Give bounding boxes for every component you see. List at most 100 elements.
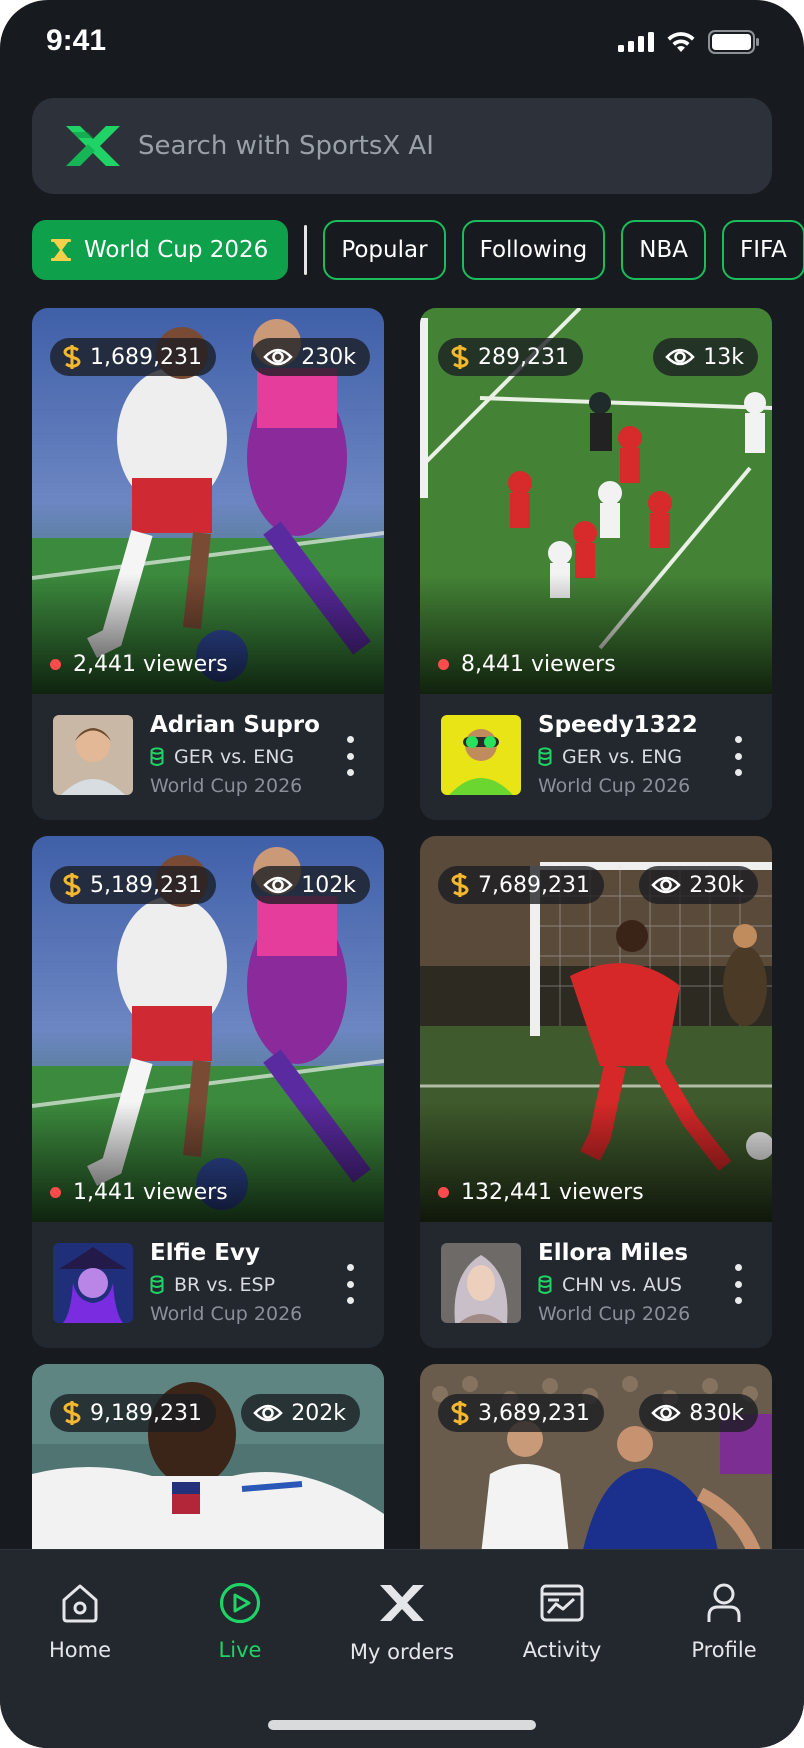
views-badge: 13k — [653, 338, 758, 376]
dollar-icon — [63, 345, 81, 369]
stream-card[interactable]: 289,231 13k 8,441 viewers Speedy1322 GER… — [420, 308, 772, 820]
views-value: 830k — [689, 1400, 744, 1426]
tournament-label: World Cup 2026 — [150, 775, 303, 797]
more-options-icon[interactable] — [728, 1262, 748, 1306]
battery-icon — [708, 30, 759, 54]
more-options-icon[interactable] — [728, 734, 748, 778]
stream-info: Ellora Miles CHN vs. AUS World Cup 2026 — [420, 1222, 772, 1348]
stream-thumbnail[interactable]: 3,689,231 830k — [420, 1364, 772, 1564]
earnings-badge: 3,689,231 — [438, 1394, 604, 1432]
nav-my-orders[interactable]: My orders — [332, 1580, 472, 1664]
hourglass-icon — [51, 239, 71, 261]
bottom-nav: Home Live My orders Activity Profile — [0, 1549, 804, 1748]
chip-nba[interactable]: NBA — [621, 220, 706, 280]
sportsx-logo-icon — [380, 1585, 424, 1621]
stream-thumbnail[interactable]: 1,689,231 230k 2,441 viewers — [32, 308, 384, 694]
stream-thumbnail[interactable]: 9,189,231 202k — [32, 1364, 384, 1564]
chip-fifa[interactable]: FIFA — [722, 220, 804, 280]
chip-popular[interactable]: Popular — [323, 220, 446, 280]
stream-card[interactable]: 1,689,231 230k 2,441 viewers Adrian Supr… — [32, 308, 384, 820]
views-badge: 202k — [241, 1394, 360, 1432]
tournament-label: World Cup 2026 — [538, 1303, 691, 1325]
eye-icon — [263, 348, 294, 366]
streamer-name[interactable]: Ellora Miles — [538, 1240, 688, 1266]
sportsx-logo-icon — [66, 126, 120, 166]
chip-label: FIFA — [740, 237, 787, 263]
live-dot-icon — [438, 1187, 449, 1198]
views-badge: 830k — [639, 1394, 758, 1432]
status-icons — [618, 30, 760, 54]
nav-home[interactable]: Home — [10, 1580, 150, 1662]
match-label: GER vs. ENG — [174, 746, 295, 768]
eye-icon — [651, 876, 682, 894]
eye-icon — [253, 1404, 284, 1422]
avatar[interactable] — [441, 715, 521, 795]
viewers-count: 2,441 viewers — [73, 652, 228, 677]
earnings-badge: 5,189,231 — [50, 866, 216, 904]
stream-thumbnail[interactable]: 5,189,231 102k 1,441 viewers — [32, 836, 384, 1222]
chip-following[interactable]: Following — [461, 220, 606, 280]
more-options-icon[interactable] — [340, 734, 360, 778]
views-value: 202k — [291, 1400, 346, 1426]
search-bar[interactable]: Search with SportsX AI — [32, 98, 772, 194]
nav-profile[interactable]: Profile — [654, 1580, 794, 1662]
earnings-value: 7,689,231 — [478, 872, 590, 898]
earnings-badge: 7,689,231 — [438, 866, 604, 904]
live-viewers: 132,441 viewers — [438, 1180, 644, 1205]
app-screen: 9:41 Search with SportsX AI World Cup 20… — [0, 0, 804, 1748]
views-value: 13k — [703, 344, 744, 370]
category-chips: World Cup 2026 Popular Following NBA FIF… — [32, 220, 804, 280]
nav-activity[interactable]: Activity — [492, 1580, 632, 1662]
stream-thumbnail[interactable]: 289,231 13k 8,441 viewers — [420, 308, 772, 694]
viewers-count: 132,441 viewers — [461, 1180, 644, 1205]
earnings-value: 3,689,231 — [478, 1400, 590, 1426]
nav-live[interactable]: Live — [170, 1580, 310, 1662]
match-label: BR vs. ESP — [174, 1274, 276, 1296]
earnings-value: 1,689,231 — [90, 344, 202, 370]
eye-icon — [263, 876, 294, 894]
viewers-count: 1,441 viewers — [73, 1180, 228, 1205]
search-input[interactable]: Search with SportsX AI — [138, 131, 434, 161]
stream-info: Adrian Supro GER vs. ENG World Cup 2026 — [32, 694, 384, 820]
match-label: GER vs. ENG — [562, 746, 683, 768]
match-info: GER vs. ENG — [538, 746, 682, 768]
chip-label: World Cup 2026 — [84, 237, 269, 263]
live-viewers: 2,441 viewers — [50, 652, 228, 677]
earnings-value: 5,189,231 — [90, 872, 202, 898]
earnings-value: 9,189,231 — [90, 1400, 202, 1426]
chip-world-cup-2026[interactable]: World Cup 2026 — [32, 220, 289, 280]
stream-card[interactable]: 5,189,231 102k 1,441 viewers Elfie Evy B… — [32, 836, 384, 1348]
stream-info: Speedy1322 GER vs. ENG World Cup 2026 — [420, 694, 772, 820]
views-value: 102k — [301, 872, 356, 898]
coin-stack-icon — [538, 1275, 552, 1294]
live-viewers: 8,441 viewers — [438, 652, 616, 677]
match-label: CHN vs. AUS — [562, 1274, 682, 1296]
home-icon — [62, 1584, 98, 1623]
match-info: BR vs. ESP — [150, 1274, 275, 1296]
status-bar: 9:41 — [0, 0, 804, 90]
avatar[interactable] — [53, 1243, 133, 1323]
avatar[interactable] — [53, 715, 133, 795]
match-info: GER vs. ENG — [150, 746, 294, 768]
nav-label: Profile — [691, 1638, 757, 1662]
chip-label: Following — [479, 237, 588, 263]
coin-stack-icon — [150, 747, 164, 766]
streamer-name[interactable]: Adrian Supro — [150, 712, 320, 738]
stream-card[interactable]: 3,689,231 830k — [420, 1364, 772, 1564]
live-dot-icon — [438, 659, 449, 670]
stream-card[interactable]: 7,689,231 230k 132,441 viewers Ellora Mi… — [420, 836, 772, 1348]
avatar[interactable] — [441, 1243, 521, 1323]
live-viewers: 1,441 viewers — [50, 1180, 228, 1205]
streamer-name[interactable]: Speedy1322 — [538, 712, 698, 738]
more-options-icon[interactable] — [340, 1262, 360, 1306]
views-badge: 230k — [251, 338, 370, 376]
nav-label: Home — [48, 1638, 111, 1662]
dollar-icon — [451, 873, 469, 897]
coin-stack-icon — [538, 747, 552, 766]
stream-card[interactable]: 9,189,231 202k — [32, 1364, 384, 1564]
live-play-icon — [219, 1582, 261, 1624]
views-badge: 102k — [251, 866, 370, 904]
coin-stack-icon — [150, 1275, 164, 1294]
stream-thumbnail[interactable]: 7,689,231 230k 132,441 viewers — [420, 836, 772, 1222]
streamer-name[interactable]: Elfie Evy — [150, 1240, 260, 1266]
